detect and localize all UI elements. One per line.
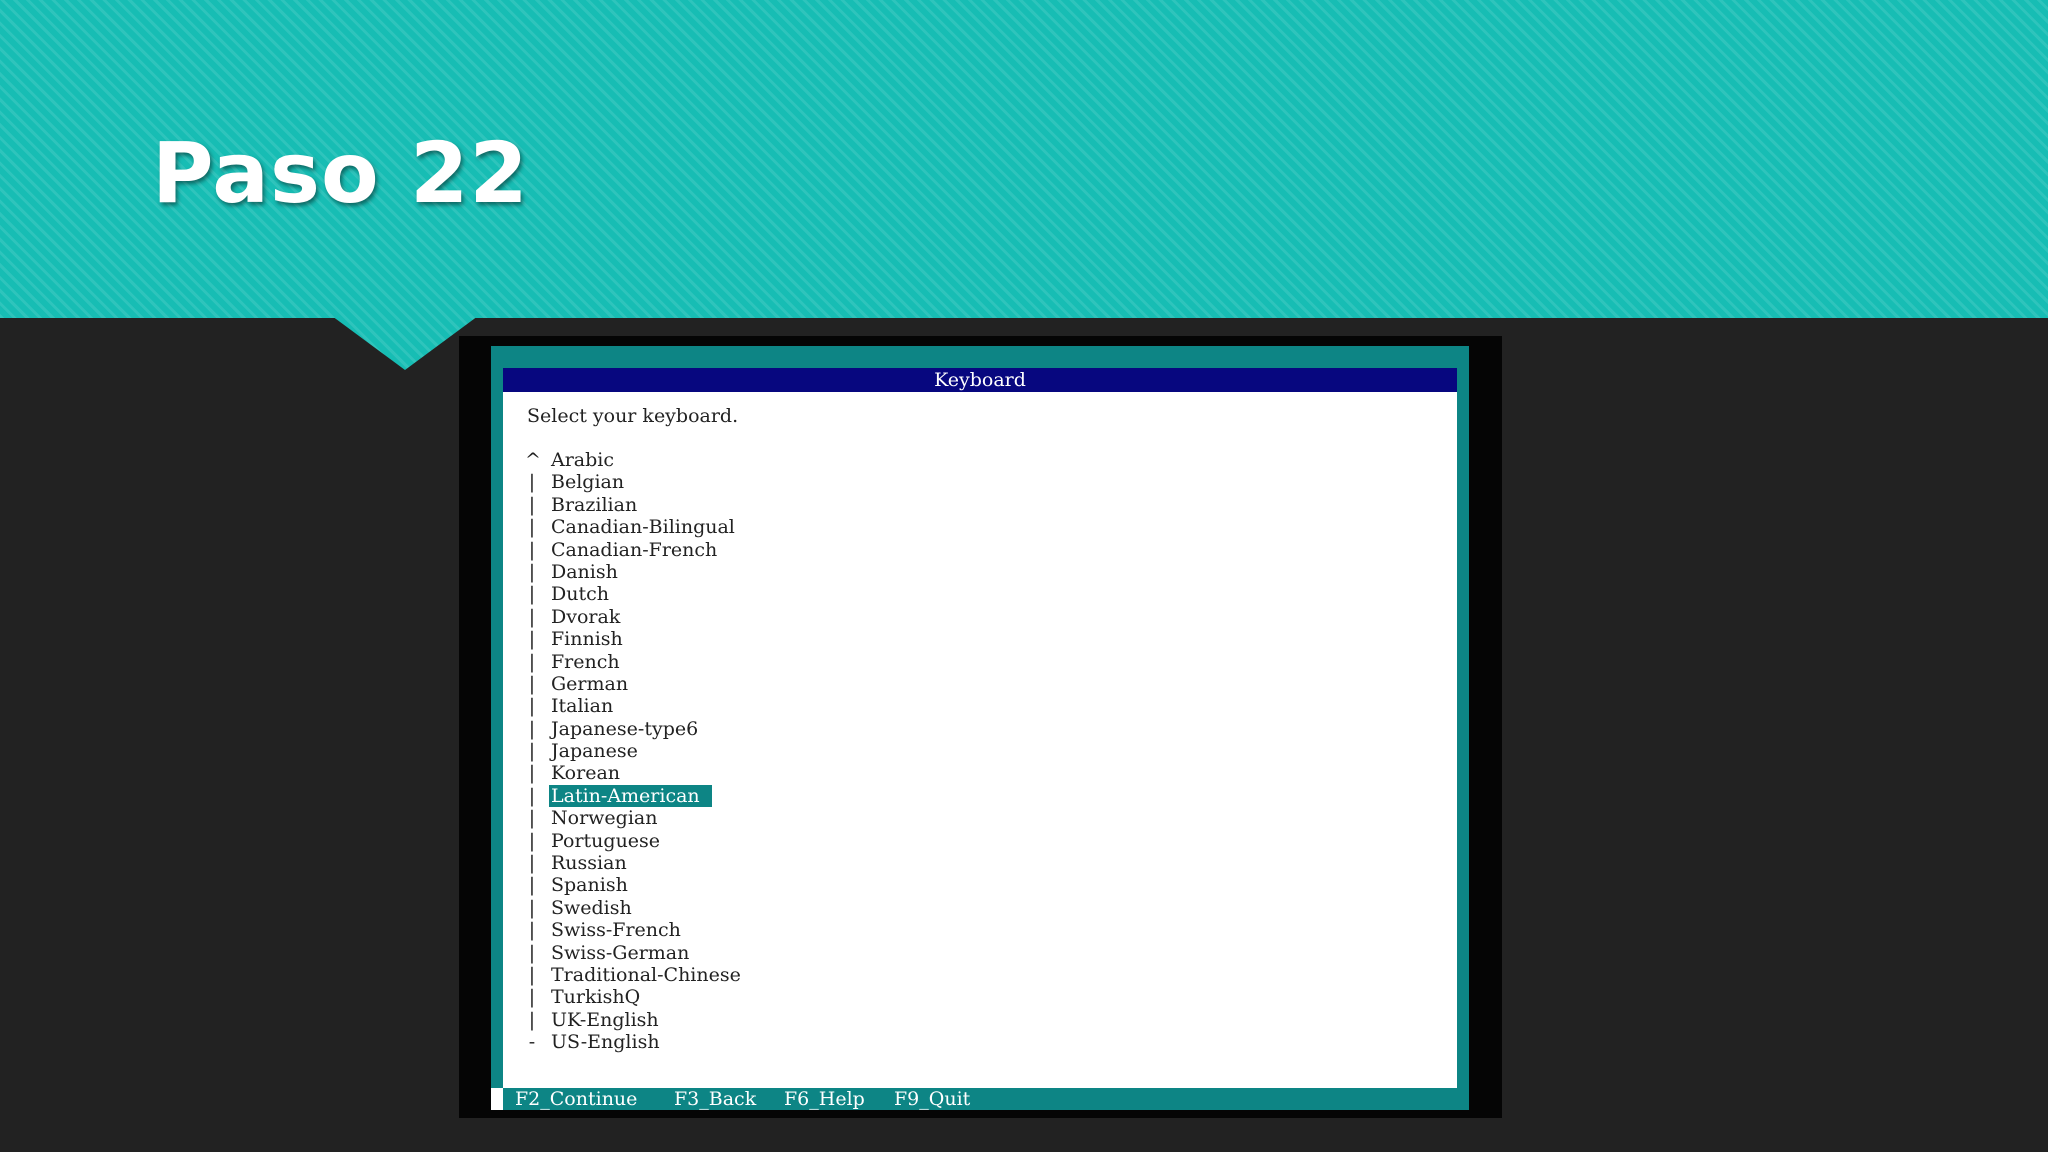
scroll-indicator: | — [528, 740, 536, 763]
scroll-indicator: | — [528, 762, 536, 785]
list-item[interactable]: | Spanish — [525, 874, 1125, 896]
scroll-indicator: | — [528, 471, 536, 494]
list-item[interactable]: | UK-English — [525, 1009, 1125, 1031]
list-item[interactable]: | Danish — [525, 561, 1125, 583]
list-item[interactable]: | Finnish — [525, 628, 1125, 650]
list-item[interactable]: | Swiss-German — [525, 942, 1125, 964]
slide-title: Paso 22 — [152, 124, 529, 222]
scroll-indicator: | — [528, 874, 536, 897]
list-item-label: Brazilian — [551, 493, 638, 516]
list-item[interactable]: | Norwegian — [525, 807, 1125, 829]
list-item[interactable]: | Belgian — [525, 471, 1125, 493]
keyboard-list[interactable]: ^ Arabic | Belgian | Brazilian | Canadian-Bilin… — [525, 449, 1125, 1054]
scroll-indicator: | — [528, 538, 536, 561]
dialog-body: Select your keyboard. ^ Arabic | Belgian | Br… — [503, 392, 1457, 1088]
list-item-label: Dutch — [551, 583, 609, 606]
scroll-indicator: | — [528, 605, 536, 628]
list-item-label: Belgian — [551, 471, 625, 494]
list-item[interactable]: | Japanese-type6 — [525, 718, 1125, 740]
list-item-label: German — [551, 672, 629, 695]
scroll-indicator: | — [528, 829, 536, 852]
dialog-prompt: Select your keyboard. — [527, 405, 739, 427]
f9-quit-key[interactable]: F9_Quit — [894, 1088, 970, 1110]
list-item-label: UK-English — [551, 1008, 659, 1031]
list-item-label: Italian — [551, 695, 614, 718]
scroll-indicator: | — [528, 852, 536, 875]
text-cursor — [491, 1088, 503, 1110]
scroll-indicator: | — [528, 493, 536, 516]
scroll-indicator: | — [528, 941, 536, 964]
list-item[interactable]: | Dutch — [525, 583, 1125, 605]
list-item-label: Canadian-French — [551, 538, 718, 561]
scroll-indicator: | — [528, 963, 536, 986]
list-item[interactable]: - US-English — [525, 1031, 1125, 1053]
list-item-label: Korean — [551, 762, 621, 785]
list-item-label: Arabic — [551, 449, 615, 471]
terminal-window: Keyboard Select your keyboard. ^ Arabic | B… — [491, 346, 1469, 1110]
f6-help-key[interactable]: F6_Help — [784, 1088, 865, 1110]
scroll-indicator: | — [528, 672, 536, 695]
scroll-indicator: | — [528, 784, 536, 807]
installer-screenshot: Keyboard Select your keyboard. ^ Arabic | B… — [459, 336, 1502, 1118]
banner-notch — [332, 316, 478, 370]
list-item-label: Swiss-French — [551, 919, 681, 942]
list-item[interactable]: | Dvorak — [525, 606, 1125, 628]
scroll-indicator: | — [528, 807, 536, 830]
f2-continue-key[interactable]: F2_Continue — [515, 1088, 637, 1110]
list-item-label: US-English — [551, 1031, 660, 1054]
scroll-indicator: | — [528, 695, 536, 718]
list-item[interactable]: | Brazilian — [525, 494, 1125, 516]
list-item[interactable]: | Swedish — [525, 897, 1125, 919]
list-item-label: Finnish — [551, 628, 623, 651]
list-item-label: Dvorak — [551, 605, 621, 628]
list-item-label: Danish — [551, 560, 618, 583]
list-item[interactable]: | Japanese — [525, 740, 1125, 762]
list-item-label: Japanese — [551, 740, 638, 763]
scroll-indicator: | — [528, 560, 536, 583]
list-item[interactable]: | German — [525, 673, 1125, 695]
scroll-indicator: | — [528, 919, 536, 942]
list-item-label: Traditional-Chinese — [551, 963, 741, 986]
list-item[interactable]: | TurkishQ — [525, 986, 1125, 1008]
list-item-selected[interactable]: | Latin-American — [525, 784, 1125, 807]
list-item-label: Canadian-Bilingual — [551, 516, 735, 539]
list-item[interactable]: | Italian — [525, 695, 1125, 717]
list-item[interactable]: | Russian — [525, 852, 1125, 874]
scroll-indicator: | — [528, 717, 536, 740]
list-item-label: Japanese-type6 — [551, 717, 699, 740]
scroll-indicator: | — [528, 650, 536, 673]
scroll-indicator: | — [528, 628, 536, 651]
list-item-label: French — [551, 650, 620, 673]
list-item-label: Portuguese — [551, 829, 661, 852]
list-item[interactable]: | Swiss-French — [525, 919, 1125, 941]
list-item-label: TurkishQ — [551, 986, 641, 1009]
scroll-indicator: ^ — [525, 449, 541, 471]
scroll-indicator: | — [528, 583, 536, 606]
list-item[interactable]: | Korean — [525, 762, 1125, 784]
function-key-bar: F2_Continue F3_Back F6_Help F9_Quit — [491, 1088, 1469, 1110]
list-item[interactable]: | Canadian-French — [525, 539, 1125, 561]
list-item-label: Norwegian — [551, 807, 658, 830]
list-item-label: Swedish — [551, 896, 632, 919]
list-item-label: Russian — [551, 852, 627, 875]
list-item-label: Swiss-German — [551, 941, 690, 964]
list-item[interactable]: | Traditional-Chinese — [525, 964, 1125, 986]
list-item-label: Latin-American — [549, 784, 712, 807]
scroll-indicator: | — [528, 896, 536, 919]
list-item[interactable]: ^ Arabic — [525, 449, 1125, 471]
scroll-indicator: | — [528, 986, 536, 1009]
f3-back-key[interactable]: F3_Back — [674, 1088, 756, 1110]
scroll-indicator: | — [528, 1008, 536, 1031]
list-item[interactable]: | Canadian-Bilingual — [525, 516, 1125, 538]
list-item[interactable]: | Portuguese — [525, 830, 1125, 852]
dialog-title: Keyboard — [503, 368, 1457, 392]
scroll-indicator: - — [528, 1031, 536, 1054]
list-item[interactable]: | French — [525, 651, 1125, 673]
scroll-indicator: | — [528, 516, 536, 539]
list-item-label: Spanish — [551, 874, 628, 897]
